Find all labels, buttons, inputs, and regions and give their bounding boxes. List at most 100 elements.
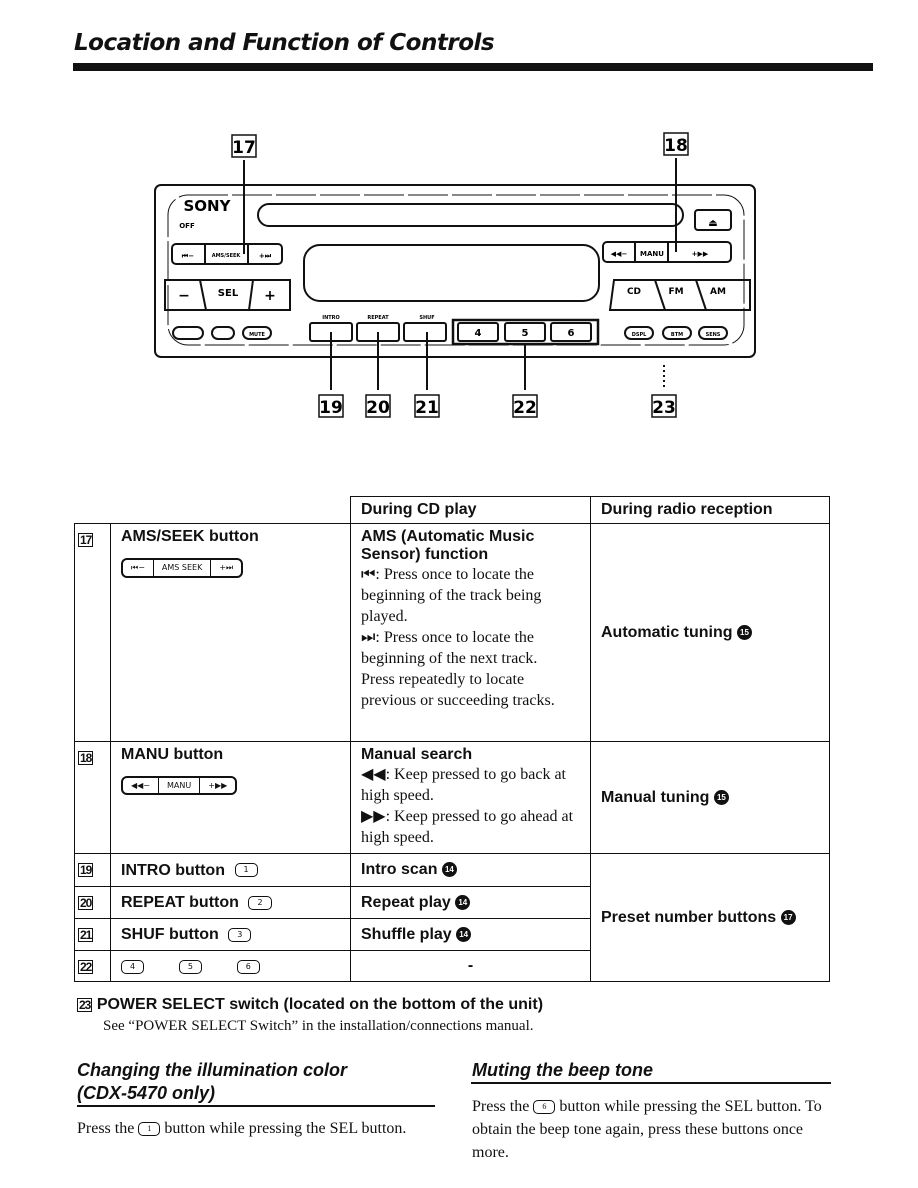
header-radio: During radio reception bbox=[590, 496, 830, 524]
reference-badge: 14 bbox=[456, 926, 472, 942]
cd-function: - bbox=[350, 950, 591, 982]
row-name: MANU button bbox=[121, 746, 224, 763]
manu-button-icon: ◀◀− MANU +▶▶ bbox=[121, 776, 238, 795]
manu-next-label: +▶▶ bbox=[692, 250, 709, 258]
btn-part: ◀◀− bbox=[123, 778, 160, 793]
reference-badge: 14 bbox=[441, 862, 457, 878]
table-header-row: During CD play During radio reception bbox=[74, 496, 830, 524]
cd-line: Press repeatedly to locate previous or s… bbox=[361, 671, 555, 709]
text: button while pressing the SEL button. bbox=[164, 1120, 407, 1137]
row-name: REPEAT button bbox=[121, 894, 239, 911]
row-number: 17 bbox=[78, 533, 94, 547]
intro-label: INTRO bbox=[322, 315, 340, 321]
btm-label: BTM bbox=[671, 332, 683, 338]
btn-part: ⏮− bbox=[123, 560, 154, 576]
illumination-text: Press the 1 button while pressing the SE… bbox=[77, 1117, 427, 1140]
shuf-label: SHUF bbox=[419, 315, 434, 321]
table-row: 19 INTRO button 1 Intro scan 14 Preset n… bbox=[74, 853, 830, 982]
callout-21: 21 bbox=[415, 398, 439, 418]
sens-label: SENS bbox=[706, 332, 721, 338]
plus-label: + bbox=[264, 288, 276, 304]
off-button: OFF bbox=[179, 222, 195, 230]
cd-line: ⏭: Press once to locate the beginning of… bbox=[361, 629, 538, 667]
ams-seek-label: AMS/SEEK bbox=[212, 253, 242, 259]
unit-faceplate bbox=[167, 194, 745, 346]
row-number: 19 bbox=[78, 863, 94, 877]
btn-part: +⏭ bbox=[219, 563, 234, 572]
btn-part: AMS SEEK bbox=[154, 560, 212, 576]
callout-19: 19 bbox=[319, 398, 343, 418]
page-title: Location and Function of Controls bbox=[74, 30, 495, 56]
reference-badge: 15 bbox=[737, 624, 752, 640]
preset-4-button-icon: 4 bbox=[121, 959, 145, 974]
text: Press the bbox=[472, 1098, 530, 1115]
row-name: INTRO button bbox=[121, 861, 225, 879]
cd-line: ⏮: Press once to locate the beginning of… bbox=[361, 566, 542, 625]
row-name: AMS/SEEK button bbox=[121, 528, 259, 545]
row-number: 20 bbox=[78, 896, 94, 910]
sony-logo: SONY bbox=[184, 197, 232, 215]
header-cd: During CD play bbox=[350, 496, 591, 524]
repeat-label: REPEAT bbox=[367, 315, 389, 321]
reference-badge: 14 bbox=[455, 894, 471, 910]
muting-rule bbox=[471, 1082, 831, 1084]
disc-slot bbox=[257, 203, 684, 227]
reference-badge: 17 bbox=[780, 909, 796, 925]
preset-5-label: 5 bbox=[522, 328, 529, 339]
row-number: 18 bbox=[78, 751, 94, 765]
radio-function: Manual tuning bbox=[601, 788, 710, 806]
preset-6-label: 6 bbox=[568, 328, 575, 339]
callout-18: 18 bbox=[664, 136, 688, 156]
row-number: 23 bbox=[77, 998, 93, 1012]
dspl-label: DSPL bbox=[632, 332, 647, 338]
display bbox=[303, 244, 600, 302]
btn-part: MANU bbox=[159, 778, 201, 793]
text: Press the bbox=[77, 1120, 135, 1137]
mute-label: MUTE bbox=[249, 332, 265, 338]
radio-function: Preset number buttons bbox=[601, 908, 777, 926]
note-23-text: See “POWER SELECT Switch” in the install… bbox=[103, 1018, 534, 1034]
seek-prev-label: ⏮− bbox=[182, 252, 194, 260]
callout-23: 23 bbox=[652, 398, 676, 418]
manu-label: MANU bbox=[640, 250, 664, 258]
preset-1-button-icon: 1 bbox=[138, 1122, 161, 1137]
callout-17: 17 bbox=[232, 138, 256, 158]
cd-function: Repeat play bbox=[361, 893, 451, 911]
eject-icon: ⏏ bbox=[708, 218, 717, 229]
am-label: AM bbox=[710, 287, 726, 297]
cd-function: Shuffle play bbox=[361, 925, 452, 943]
callout-22: 22 bbox=[513, 398, 537, 418]
preset-3-button-icon: 3 bbox=[228, 927, 252, 942]
preset-5-button-icon: 5 bbox=[178, 959, 202, 974]
row-name: SHUF button bbox=[121, 926, 219, 943]
muting-text: Press the 6 button while pressing the SE… bbox=[472, 1095, 827, 1164]
btn-part: +▶▶ bbox=[208, 781, 228, 790]
callout-20: 20 bbox=[366, 398, 390, 418]
cd-title: Manual search bbox=[361, 746, 473, 763]
manu-prev-label: ◀◀− bbox=[611, 250, 628, 258]
reference-badge: 15 bbox=[713, 789, 729, 805]
sel-label: SEL bbox=[218, 288, 239, 299]
seek-next-label: +⏭ bbox=[259, 252, 272, 260]
radio-function: Automatic tuning bbox=[601, 623, 733, 641]
note-23-title-line: 23 POWER SELECT switch (located on the b… bbox=[77, 996, 543, 1014]
cd-title: AMS (Automatic Music Sensor) function bbox=[361, 528, 535, 563]
row-number: 21 bbox=[78, 928, 94, 942]
illumination-subheading: (CDX-5470 only) bbox=[77, 1083, 216, 1103]
cd-line: ▶▶: Keep pressed to go ahead at high spe… bbox=[361, 808, 574, 846]
row-number: 22 bbox=[78, 960, 94, 974]
preset-6-button-icon: 6 bbox=[533, 1100, 556, 1115]
title-divider bbox=[73, 63, 873, 71]
illumination-heading: Changing the illumination color bbox=[77, 1060, 347, 1080]
note-23-title: POWER SELECT switch (located on the bott… bbox=[96, 996, 544, 1013]
cd-function: Intro scan bbox=[361, 861, 438, 878]
muting-heading: Muting the beep tone bbox=[472, 1060, 653, 1080]
preset-2-button-icon: 2 bbox=[248, 895, 272, 910]
preset-6-button-icon: 6 bbox=[236, 959, 260, 974]
minus-label: − bbox=[178, 288, 190, 304]
head-unit-illustration: SONY OFF ⏮− AMS/SEEK +⏭ − SEL + ⏏ ◀◀− MA… bbox=[154, 132, 756, 418]
shuf-button bbox=[403, 322, 447, 342]
preset-4-label: 4 bbox=[475, 328, 482, 339]
ams-seek-button-icon: ⏮− AMS SEEK +⏭ bbox=[121, 558, 244, 578]
controls-table: During CD play During radio reception 17… bbox=[74, 496, 830, 982]
